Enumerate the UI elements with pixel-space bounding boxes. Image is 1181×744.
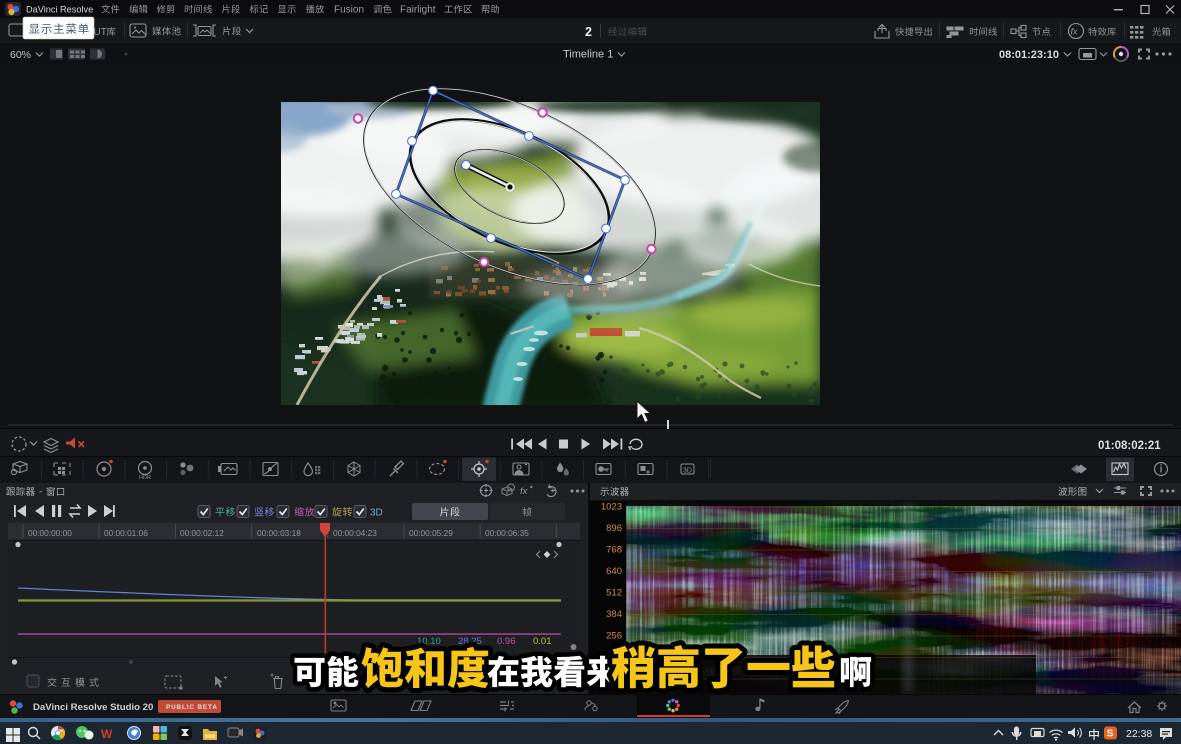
svg-text:256: 256 (606, 631, 622, 642)
svg-text:00:00:00:00: 00:00:00:00 (28, 528, 72, 538)
svg-text:22:38: 22:38 (1126, 728, 1152, 740)
svg-text:Fusion: Fusion (334, 5, 364, 16)
svg-text:PUBLIC BETA: PUBLIC BETA (166, 704, 218, 711)
svg-text:00:00:02:12: 00:00:02:12 (180, 528, 224, 538)
svg-text:HDR: HDR (139, 475, 151, 481)
svg-text:00:00:05:29: 00:00:05:29 (409, 528, 453, 538)
svg-text:Timeline 1: Timeline 1 (563, 49, 613, 61)
svg-text:01:08:02:21: 01:08:02:21 (1098, 440, 1161, 452)
svg-text:2: 2 (585, 25, 592, 39)
svg-text:DaVinci Resolve: DaVinci Resolve (26, 5, 93, 15)
svg-text:-: - (39, 487, 42, 498)
svg-text:00:00:06:35: 00:00:06:35 (485, 528, 529, 538)
svg-text:Fairlight: Fairlight (400, 5, 436, 16)
svg-text:00:00:04:23: 00:00:04:23 (333, 528, 377, 538)
svg-text:384: 384 (606, 609, 622, 620)
svg-text:00:00:01:06: 00:00:01:06 (104, 528, 148, 538)
svg-text:60%: 60% (10, 49, 31, 61)
svg-text:fx: fx (1071, 27, 1079, 37)
svg-text:640: 640 (606, 566, 622, 577)
svg-text:1023: 1023 (601, 502, 622, 513)
svg-text:0.01: 0.01 (533, 636, 552, 647)
svg-text:08:01:23:10: 08:01:23:10 (999, 49, 1059, 61)
svg-text:896: 896 (606, 523, 622, 534)
svg-text:3D: 3D (370, 508, 383, 519)
svg-text:0.96: 0.96 (497, 636, 516, 647)
svg-text:3D: 3D (683, 468, 692, 475)
svg-text:DaVinci Resolve Studio 20: DaVinci Resolve Studio 20 (33, 702, 153, 713)
svg-text:fx: fx (520, 486, 529, 497)
svg-text:768: 768 (606, 545, 622, 556)
svg-text:512: 512 (606, 588, 622, 599)
svg-text:W: W (101, 727, 113, 741)
svg-text:00:00:03:18: 00:00:03:18 (257, 528, 301, 538)
svg-text:S: S (1107, 729, 1114, 740)
